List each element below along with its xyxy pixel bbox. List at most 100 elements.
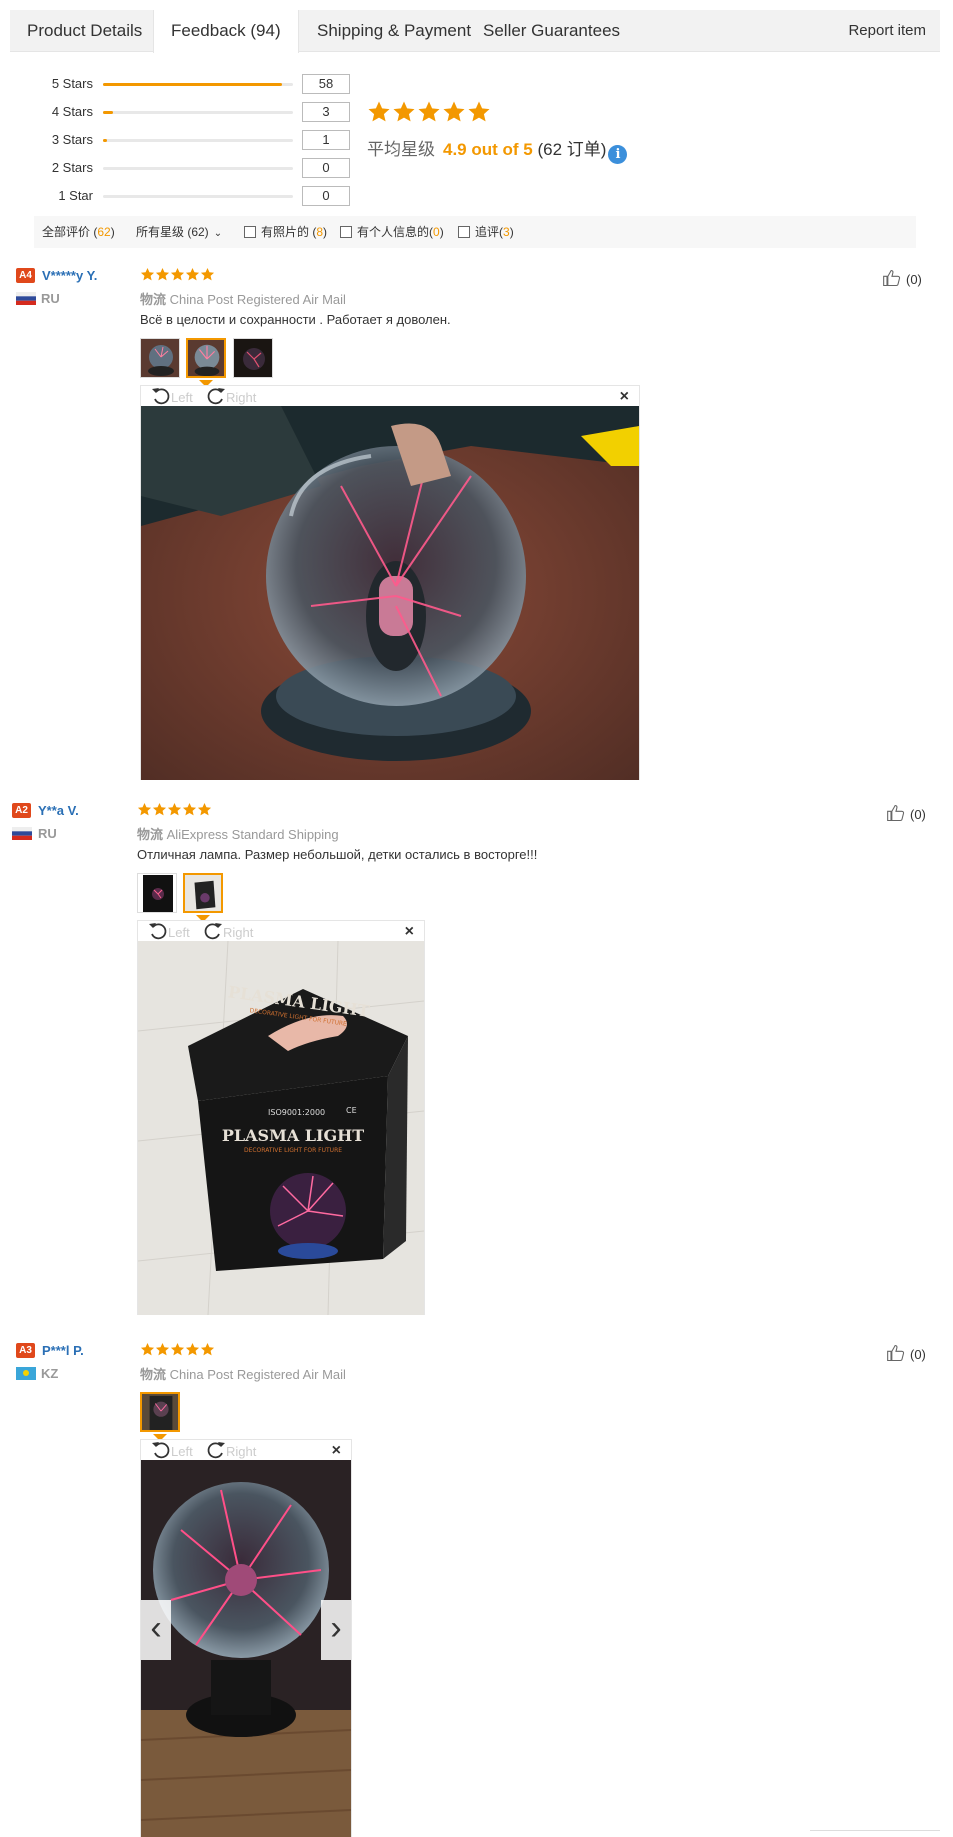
review-thumbnail[interactable] bbox=[137, 873, 177, 913]
thumbs-up-icon bbox=[880, 268, 904, 288]
filter-personal-info[interactable]: 有个人信息的(0) bbox=[340, 216, 444, 248]
rotate-right-label: Right bbox=[223, 925, 254, 940]
rating-bar-fill bbox=[103, 83, 282, 86]
filter-personal-count: 0 bbox=[433, 225, 440, 239]
reviewer-name[interactable]: Y**a V. bbox=[38, 803, 79, 818]
star-icon bbox=[152, 802, 167, 817]
review-thumbnail-active[interactable] bbox=[186, 338, 226, 378]
box-title-front: PLASMA LIGHT bbox=[222, 1126, 364, 1145]
average-rating-summary: 平均星级 4.9 out of 5 (62 订单) i bbox=[367, 138, 628, 164]
plasma-ball-photo bbox=[141, 339, 179, 377]
plasma-ball-photo bbox=[234, 339, 272, 377]
next-image-button[interactable]: › bbox=[321, 1600, 351, 1660]
star-icon bbox=[367, 100, 391, 124]
logistics-label: 物流 bbox=[137, 827, 164, 842]
average-rating-stars bbox=[367, 100, 492, 130]
review-thumbnail-active[interactable] bbox=[183, 873, 223, 913]
rating-bar-fill bbox=[103, 111, 113, 114]
review-text: Всё в целости и сохранности . Работает я… bbox=[140, 312, 451, 327]
image-viewer: Left Right × ‹ › bbox=[140, 1439, 352, 1837]
reviewer-name[interactable]: P***l P. bbox=[42, 1343, 84, 1358]
review-thumbnails bbox=[140, 1392, 190, 1441]
star-icon bbox=[137, 802, 152, 817]
review-thumbnail-active[interactable] bbox=[140, 1392, 180, 1432]
review-thumbnail[interactable] bbox=[233, 338, 273, 378]
rotate-right-label: Right bbox=[226, 1444, 257, 1459]
star-icon bbox=[140, 267, 155, 282]
star-icon bbox=[467, 100, 491, 124]
checkbox[interactable] bbox=[340, 226, 352, 238]
filter-follow-up[interactable]: 追评(3) bbox=[458, 216, 514, 248]
tab-shipping-payment[interactable]: Shipping & Payment bbox=[300, 10, 488, 52]
star-icon bbox=[392, 100, 416, 124]
reviewer-country: RU bbox=[41, 291, 60, 306]
reviewer-country: RU bbox=[38, 826, 57, 841]
order-count: (62 订单) bbox=[537, 140, 607, 159]
star-icon bbox=[182, 802, 197, 817]
review-thumbnails bbox=[140, 338, 280, 387]
divider bbox=[810, 1830, 940, 1831]
useful-button[interactable]: (0) bbox=[880, 268, 922, 288]
tab-bar: Product Details Feedback (94) Shipping &… bbox=[10, 10, 940, 53]
thumbs-up-icon bbox=[884, 803, 908, 823]
filter-followup-label: 追评( bbox=[475, 225, 503, 239]
filter-all-count: 62 bbox=[97, 225, 111, 239]
close-icon[interactable]: × bbox=[405, 921, 414, 943]
rotate-left-label: Left bbox=[171, 390, 193, 405]
plasma-box-photo: PLASMA LIGHT DECORATIVE LIGHT FOR FUTURE… bbox=[138, 941, 424, 1315]
filter-with-photos[interactable]: 有照片的 (8) bbox=[244, 216, 327, 248]
rotate-left-button[interactable]: Left bbox=[151, 386, 193, 406]
rating-label: 2 Stars bbox=[51, 160, 93, 175]
review-stars bbox=[140, 267, 215, 283]
star-icon bbox=[417, 100, 441, 124]
star-icon bbox=[140, 1342, 155, 1357]
star-icon bbox=[155, 1342, 170, 1357]
filter-all-label: 全部评价 ( bbox=[42, 225, 98, 239]
review-text: Отличная лампа. Размер небольшой, детки … bbox=[137, 847, 538, 862]
logistics-label: 物流 bbox=[140, 1367, 167, 1382]
report-item-link[interactable]: Report item bbox=[848, 10, 926, 52]
rotate-left-button[interactable]: Left bbox=[151, 1440, 193, 1460]
flag-ru-icon bbox=[16, 292, 36, 305]
plasma-ball-photo bbox=[142, 1394, 178, 1430]
star-icon bbox=[200, 267, 215, 282]
reviewer-country: KZ bbox=[41, 1366, 59, 1381]
reviewer-name[interactable]: V*****y Y. bbox=[42, 268, 97, 283]
star-icon bbox=[155, 267, 170, 282]
rating-bar bbox=[103, 111, 293, 114]
flag-ru-icon bbox=[12, 827, 32, 840]
rotate-right-button[interactable]: Right bbox=[206, 1440, 256, 1460]
rotate-right-button[interactable]: Right bbox=[203, 921, 253, 941]
rotate-left-button[interactable]: Left bbox=[148, 921, 190, 941]
rotate-right-button[interactable]: Right bbox=[206, 386, 256, 406]
useful-button[interactable]: (0) bbox=[884, 1343, 926, 1363]
rating-bar-fill bbox=[103, 139, 107, 142]
useful-count: (0) bbox=[910, 1347, 926, 1362]
close-icon[interactable]: × bbox=[332, 1440, 341, 1462]
viewer-toolbar: Left Right × bbox=[141, 1440, 351, 1460]
viewer-toolbar: Left Right × bbox=[138, 921, 424, 941]
star-icon bbox=[170, 1342, 185, 1357]
filter-star-dropdown[interactable]: 所有星级 (62) ⌄ bbox=[136, 216, 222, 250]
box-iso-label: ISO9001:2000 bbox=[268, 1108, 325, 1117]
tab-product-details[interactable]: Product Details bbox=[10, 10, 159, 52]
tab-seller-guarantees[interactable]: Seller Guarantees bbox=[466, 10, 637, 52]
tab-feedback[interactable]: Feedback (94) bbox=[153, 10, 299, 53]
review-thumbnail[interactable] bbox=[140, 338, 180, 378]
review-stars bbox=[137, 802, 212, 818]
useful-button[interactable]: (0) bbox=[884, 803, 926, 823]
prev-image-button[interactable]: ‹ bbox=[141, 1600, 171, 1660]
image-viewer: Left Right × bbox=[140, 385, 640, 780]
rating-count: 58 bbox=[302, 74, 350, 94]
checkbox[interactable] bbox=[458, 226, 470, 238]
buyer-level-badge: A4 bbox=[16, 268, 35, 283]
thumbs-up-icon bbox=[884, 1343, 908, 1363]
info-icon[interactable]: i bbox=[608, 145, 628, 164]
checkbox[interactable] bbox=[244, 226, 256, 238]
rotate-right-icon bbox=[206, 1440, 226, 1460]
filter-all[interactable]: 全部评价 (62) bbox=[42, 216, 115, 248]
rating-bar bbox=[103, 167, 293, 170]
close-icon[interactable]: × bbox=[620, 386, 629, 408]
rating-label: 1 Star bbox=[58, 188, 93, 203]
box-ce-label: CE bbox=[346, 1106, 357, 1115]
